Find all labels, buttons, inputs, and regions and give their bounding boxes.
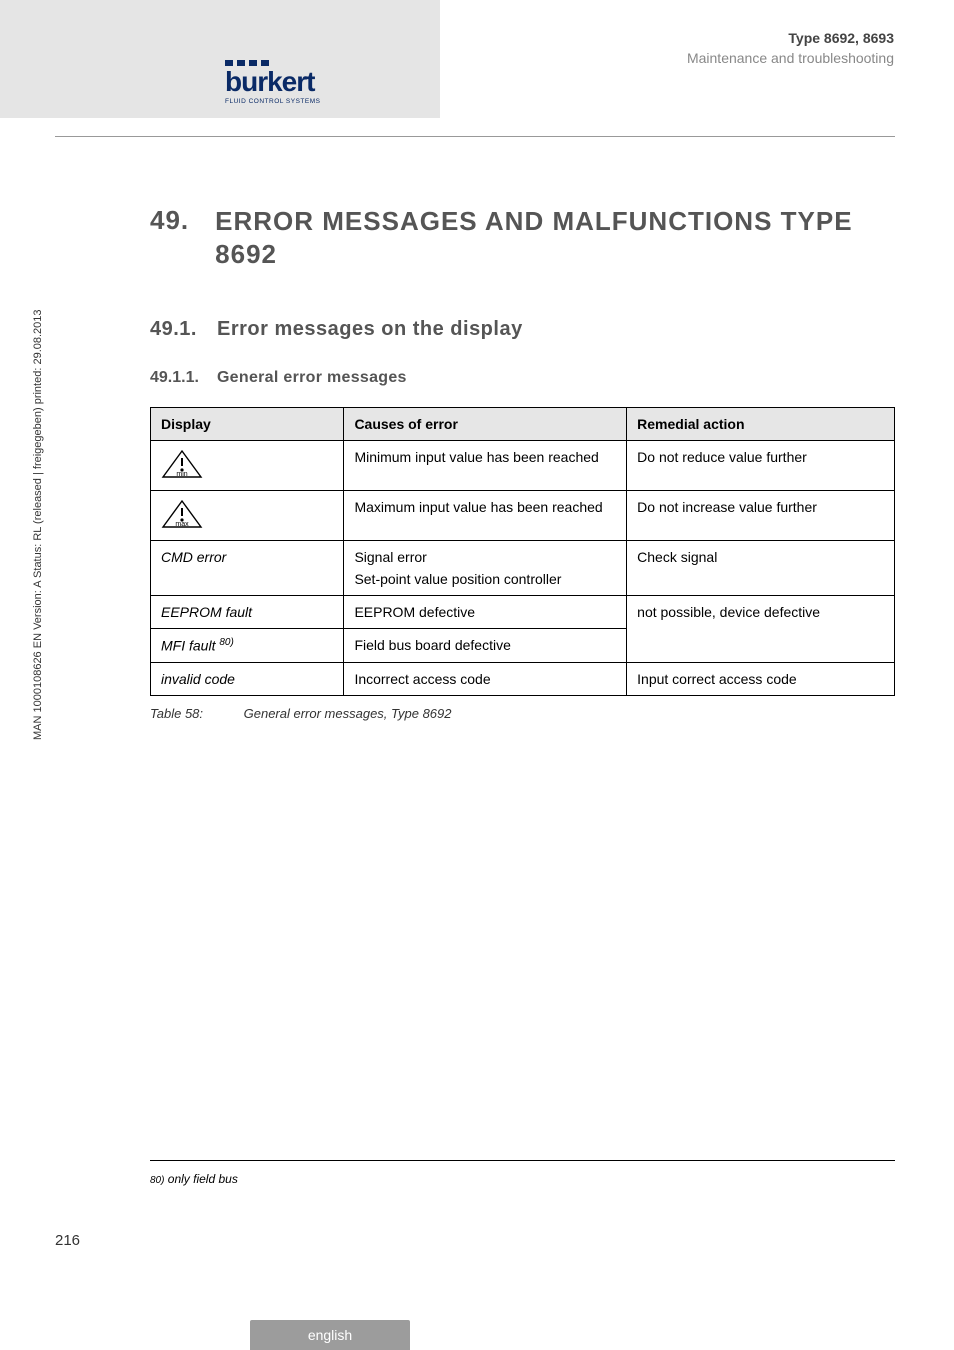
cell-display-text: EEPROM fault bbox=[151, 596, 344, 629]
brand-logo: burkert FLUID CONTROL SYSTEMS bbox=[225, 60, 321, 105]
heading-3-num: 49.1.1. bbox=[150, 369, 199, 387]
logo-wordmark: burkert bbox=[225, 68, 321, 96]
cell-cause: EEPROM defective bbox=[344, 596, 627, 629]
icon-label: max bbox=[175, 521, 189, 528]
cell-cause: Field bus board defective bbox=[344, 629, 627, 663]
table-body: min Minimum input value has been reached… bbox=[151, 441, 895, 696]
cell-remedial: Do not reduce value further bbox=[627, 441, 895, 491]
logo-tagline: FLUID CONTROL SYSTEMS bbox=[225, 98, 321, 105]
footer-language: english bbox=[250, 1320, 410, 1350]
cell-cause: Minimum input value has been reached bbox=[344, 441, 627, 491]
cause-sub: Set-point value position controller bbox=[354, 571, 616, 587]
footnote: 80) only field bus bbox=[150, 1172, 238, 1186]
heading-2-text: Error messages on the display bbox=[217, 318, 523, 341]
side-print-info: MAN 1000108626 EN Version: A Status: RL … bbox=[32, 309, 44, 740]
page-number: 216 bbox=[55, 1232, 80, 1249]
heading-2-num: 49.1. bbox=[150, 318, 197, 341]
table-caption: Table 58: General error messages, Type 8… bbox=[150, 706, 895, 721]
warning-triangle-min-icon: min bbox=[161, 449, 203, 479]
header-type-line: Type 8692, 8693 bbox=[687, 30, 894, 46]
caption-label: Table 58: bbox=[150, 706, 240, 721]
heading-1-text: ERROR MESSAGES AND MALFUNCTIONS TYPE 869… bbox=[215, 205, 895, 270]
heading-1: 49. ERROR MESSAGES AND MALFUNCTIONS TYPE… bbox=[150, 205, 895, 270]
cell-remedial: Do not increase value further bbox=[627, 491, 895, 541]
header-meta: Type 8692, 8693 Maintenance and troubles… bbox=[687, 30, 894, 66]
th-remedial: Remedial action bbox=[627, 408, 895, 441]
cell-display-text: CMD error bbox=[151, 541, 344, 596]
footnote-text: only field bus bbox=[164, 1172, 237, 1186]
footnote-rule bbox=[150, 1160, 895, 1161]
warning-triangle-max-icon: max bbox=[161, 499, 203, 529]
display-text-main: MFI fault bbox=[161, 638, 219, 654]
header-gray-left bbox=[0, 0, 185, 118]
cell-cause: Maximum input value has been reached bbox=[344, 491, 627, 541]
cell-display-icon-min: min bbox=[151, 441, 344, 491]
heading-3: 49.1.1. General error messages bbox=[150, 369, 895, 387]
cell-display-text: invalid code bbox=[151, 662, 344, 695]
display-text-sup: 80) bbox=[219, 637, 233, 648]
heading-1-num: 49. bbox=[150, 205, 189, 236]
table-row: max Maximum input value has been reached… bbox=[151, 491, 895, 541]
cell-remedial: Check signal bbox=[627, 541, 895, 596]
table-row: min Minimum input value has been reached… bbox=[151, 441, 895, 491]
table-row: invalid code Incorrect access code Input… bbox=[151, 662, 895, 695]
header-section-line: Maintenance and troubleshooting bbox=[687, 50, 894, 66]
th-causes: Causes of error bbox=[344, 408, 627, 441]
table-row: EEPROM fault EEPROM defective not possib… bbox=[151, 596, 895, 629]
footnote-num: 80) bbox=[150, 1175, 164, 1186]
heading-2: 49.1. Error messages on the display bbox=[150, 318, 895, 341]
cell-cause: Incorrect access code bbox=[344, 662, 627, 695]
cell-cause: Signal error Set-point value position co… bbox=[344, 541, 627, 596]
cell-display-icon-max: max bbox=[151, 491, 344, 541]
cell-remedial: not possible, device defective bbox=[627, 596, 895, 663]
icon-label: min bbox=[176, 471, 187, 478]
cell-display-text: MFI fault 80) bbox=[151, 629, 344, 663]
table-row: CMD error Signal error Set-point value p… bbox=[151, 541, 895, 596]
main-content: 49. ERROR MESSAGES AND MALFUNCTIONS TYPE… bbox=[150, 205, 895, 721]
cause-main: Signal error bbox=[354, 549, 426, 565]
header-band: burkert FLUID CONTROL SYSTEMS Type 8692,… bbox=[0, 0, 954, 118]
header-rule bbox=[55, 136, 895, 137]
th-display: Display bbox=[151, 408, 344, 441]
caption-text: General error messages, Type 8692 bbox=[244, 706, 452, 721]
table-head-row: Display Causes of error Remedial action bbox=[151, 408, 895, 441]
cell-remedial: Input correct access code bbox=[627, 662, 895, 695]
heading-3-text: General error messages bbox=[217, 369, 407, 387]
error-table: Display Causes of error Remedial action … bbox=[150, 407, 895, 696]
